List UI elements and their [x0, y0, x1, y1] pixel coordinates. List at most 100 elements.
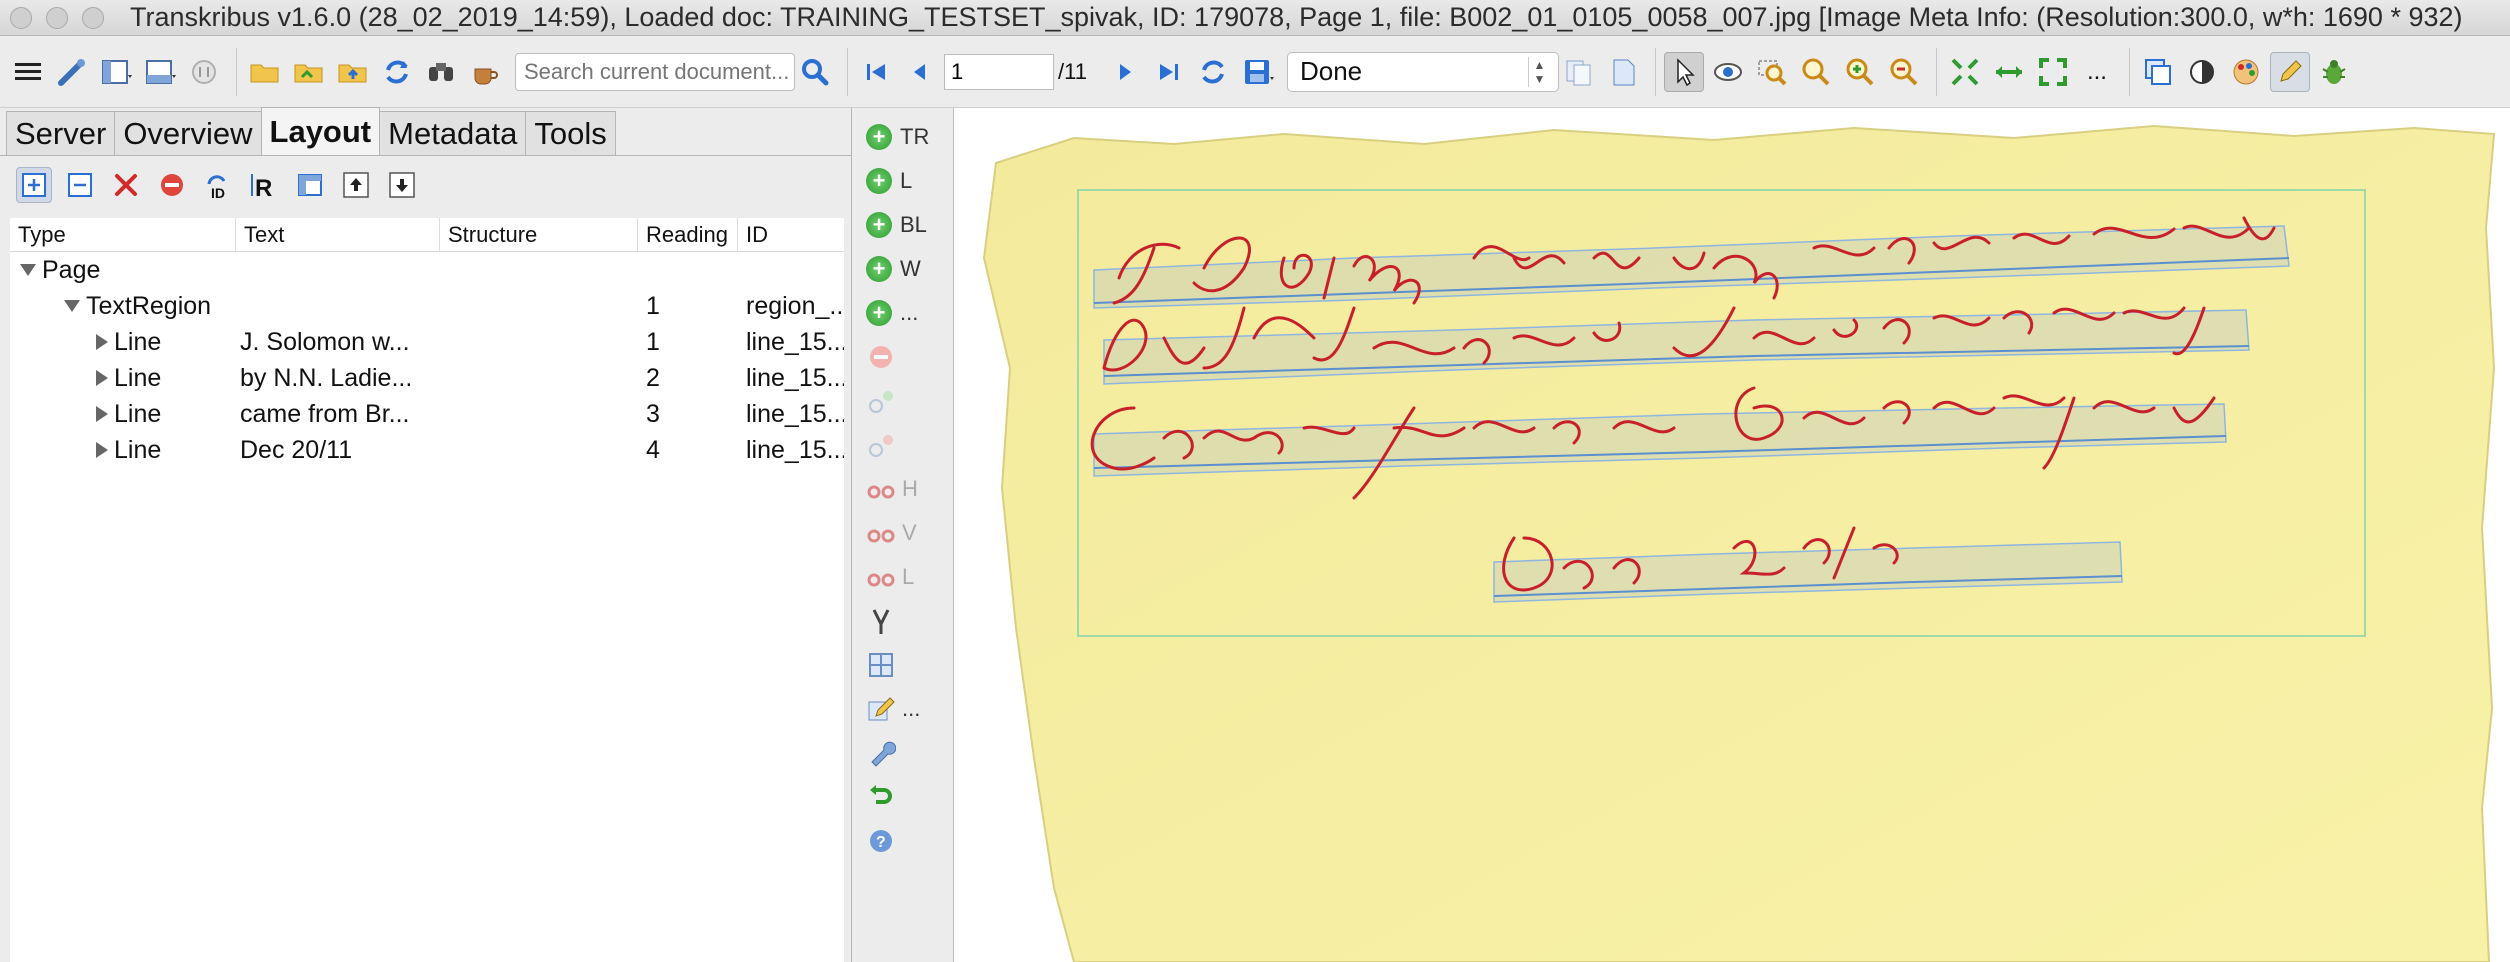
page-number-input[interactable] [944, 53, 1054, 90]
previous-page-icon[interactable] [900, 52, 940, 92]
expand-arrow-icon[interactable] [96, 334, 108, 350]
coffee-icon[interactable] [465, 52, 505, 92]
open-local-icon[interactable] [289, 52, 329, 92]
row-id: line_15... [746, 327, 844, 356]
fit-page-icon[interactable] [1945, 52, 1985, 92]
expand-arrow-icon[interactable] [96, 406, 108, 422]
add-icon: + [866, 124, 892, 150]
expand-arrow-icon[interactable] [96, 442, 108, 458]
expand-all-icon[interactable] [16, 167, 52, 203]
open-folder-icon[interactable] [245, 52, 285, 92]
remove-point-button[interactable] [866, 426, 902, 464]
add-more-button[interactable]: +... [866, 294, 918, 332]
left-panel: Server Overview Layout Metadata Tools ID… [0, 107, 852, 962]
layers-icon[interactable] [2138, 52, 2178, 92]
original-size-icon[interactable] [2033, 52, 2073, 92]
upload-folder-icon[interactable] [333, 52, 373, 92]
edit-more-button[interactable]: ... [866, 690, 920, 728]
tab-metadata[interactable]: Metadata [379, 111, 527, 155]
remove-shape-button[interactable] [866, 338, 902, 376]
move-down-icon[interactable] [384, 167, 420, 203]
more-tools-button[interactable]: ... [2077, 52, 2117, 92]
column-structure[interactable]: Structure [440, 218, 638, 251]
table-tool-button[interactable] [866, 646, 902, 684]
first-page-icon[interactable] [856, 52, 896, 92]
window-title: Transkribus v1.6.0 (28_02_2019_14:59), L… [130, 2, 2463, 32]
minimize-window-button[interactable] [46, 6, 68, 29]
contrast-icon[interactable] [2182, 52, 2222, 92]
eye-icon[interactable] [1708, 52, 1748, 92]
fit-width-icon[interactable] [1989, 52, 2029, 92]
add-baseline-button[interactable]: + BL [866, 206, 927, 244]
zoom-out-icon[interactable] [1884, 52, 1924, 92]
reload-icon[interactable] [1193, 52, 1233, 92]
shape-tools-strip: + TR + L + BL + W +... H V L ... ? [860, 108, 954, 962]
remove-circle-icon[interactable] [154, 167, 190, 203]
sync-icon[interactable] [377, 52, 417, 92]
tab-overview[interactable]: Overview [114, 111, 262, 155]
close-window-button[interactable] [10, 6, 32, 29]
color-palette-icon[interactable] [2226, 52, 2266, 92]
split-horizontal-button[interactable]: H [866, 470, 918, 508]
column-text[interactable]: Text [236, 218, 440, 251]
tab-server[interactable]: Server [6, 111, 116, 155]
tree-row-line[interactable]: Line came from Br... 3 line_15... [10, 396, 844, 432]
delete-icon[interactable] [108, 167, 144, 203]
zoom-in-icon[interactable] [1840, 52, 1880, 92]
layout-view-icon[interactable] [96, 52, 136, 92]
selection-cursor-icon[interactable] [1663, 51, 1704, 92]
duplicate-icon[interactable] [1559, 52, 1599, 92]
tree-row-line[interactable]: Line Dec 20/11 4 line_15... [10, 432, 844, 468]
add-line-button[interactable]: + L [866, 162, 912, 200]
document-canvas[interactable] [954, 108, 2510, 962]
binoculars-icon[interactable] [421, 52, 461, 92]
reading-order-icon[interactable]: R [246, 167, 282, 203]
zoom-icon[interactable] [1796, 52, 1836, 92]
region-layout-icon[interactable] [292, 167, 328, 203]
next-page-icon[interactable] [1105, 52, 1145, 92]
move-up-icon[interactable] [338, 167, 374, 203]
merge-button[interactable] [866, 602, 902, 640]
row-id: line_15... [746, 363, 844, 392]
column-id[interactable]: ID [738, 218, 844, 251]
tree-row-line[interactable]: Line by N.N. Ladie... 2 line_15... [10, 360, 844, 396]
add-text-region-button[interactable]: + TR [866, 118, 929, 156]
disabled-tool-icon[interactable] [184, 52, 224, 92]
column-reading[interactable]: Reading [638, 218, 738, 251]
tab-layout[interactable]: Layout [260, 107, 381, 155]
undo-button[interactable] [866, 778, 902, 816]
row-text: came from Br... [240, 399, 410, 428]
last-page-icon[interactable] [1149, 52, 1189, 92]
tree-row-line[interactable]: Line J. Solomon w... 1 line_15... [10, 324, 844, 360]
expand-arrow-icon[interactable] [20, 264, 36, 276]
wrench-button[interactable] [866, 734, 902, 772]
menu-icon[interactable] [8, 52, 48, 92]
search-input[interactable] [515, 52, 795, 91]
column-type[interactable]: Type [10, 218, 236, 251]
save-icon[interactable] [1237, 52, 1277, 92]
zoom-selection-icon[interactable] [1752, 52, 1792, 92]
view-mode-icon[interactable] [140, 52, 180, 92]
layout-tools: ID R [0, 156, 851, 214]
search-icon[interactable] [795, 52, 835, 92]
status-select[interactable]: Done ▲ ▼ [1286, 51, 1559, 92]
collapse-all-icon[interactable] [62, 167, 98, 203]
row-type: Line [114, 327, 162, 356]
edit-text-icon[interactable] [2269, 51, 2310, 92]
split-line-button[interactable]: L [866, 558, 914, 596]
add-word-button[interactable]: + W [866, 250, 921, 288]
tree-row-page[interactable]: Page [10, 252, 844, 288]
help-button[interactable]: ? [866, 822, 902, 860]
assign-id-icon[interactable]: ID [200, 167, 236, 203]
bug-icon[interactable] [2314, 52, 2354, 92]
zoom-window-button[interactable] [82, 6, 104, 29]
document-icon[interactable] [1603, 52, 1643, 92]
split-vertical-button[interactable]: V [866, 514, 917, 552]
tree-row-textregion[interactable]: TextRegion 1 region_... [10, 288, 844, 324]
connect-icon[interactable] [52, 52, 92, 92]
expand-arrow-icon[interactable] [64, 300, 80, 312]
expand-arrow-icon[interactable] [96, 370, 108, 386]
add-point-button[interactable] [866, 382, 902, 420]
scissors-icon [867, 573, 895, 587]
tab-tools[interactable]: Tools [525, 111, 616, 155]
